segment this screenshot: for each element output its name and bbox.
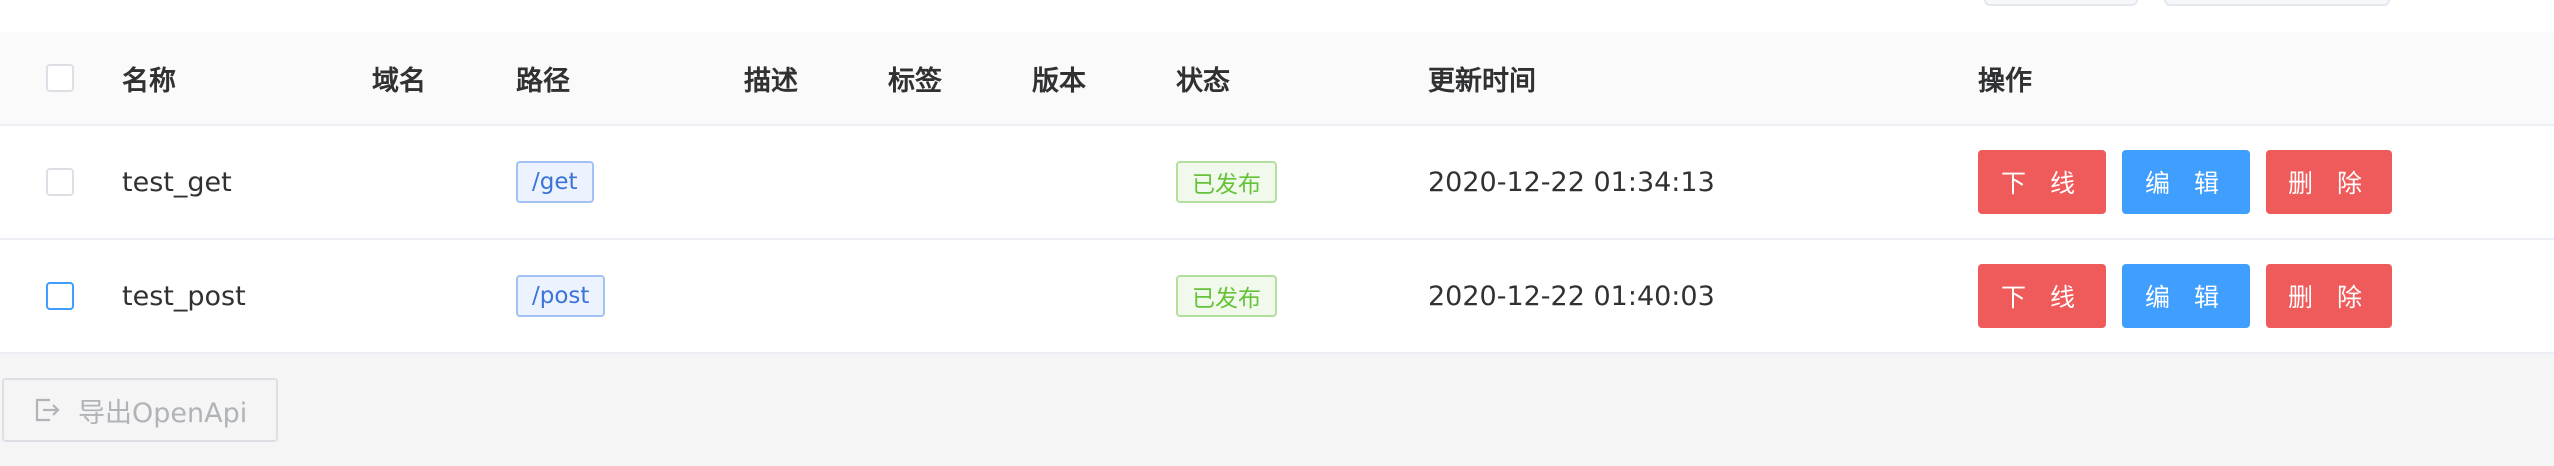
cell-name: test_post — [122, 280, 246, 312]
header-version: 版本 — [1032, 65, 1086, 97]
export-openapi-button[interactable]: 导出OpenApi — [2, 378, 278, 442]
export-icon — [34, 397, 60, 423]
top-toolbar-edge — [0, 0, 2554, 32]
header-path: 路径 — [516, 65, 570, 97]
table-header: 名称 域名 路径 描述 标签 版本 状态 更新时间 操作 — [0, 32, 2554, 126]
header-description: 描述 — [744, 65, 798, 97]
edit-button[interactable]: 编 辑 — [2122, 150, 2250, 214]
status-badge: 已发布 — [1176, 161, 1277, 203]
api-list-page: 名称 域名 路径 描述 标签 版本 状态 更新时间 操作 test_get /g… — [0, 0, 2554, 466]
cell-name: test_get — [122, 166, 232, 198]
toolbar-control-partial[interactable] — [2164, 0, 2390, 6]
table-row: test_get /get 已发布 2020-12-22 01:34:13 下 … — [0, 126, 2554, 240]
toolbar-control-partial[interactable] — [1984, 0, 2138, 6]
header-select-all-cell — [46, 32, 74, 124]
table-footer: 导出OpenApi — [0, 354, 2554, 466]
cell-status: 已发布 — [1176, 240, 1277, 352]
cell-updated-time: 2020-12-22 01:40:03 — [1428, 280, 1715, 312]
table-row: test_post /post 已发布 2020-12-22 01:40:03 … — [0, 240, 2554, 354]
header-status: 状态 — [1176, 65, 1230, 97]
header-actions: 操作 — [1978, 65, 2032, 97]
row-checkbox[interactable] — [46, 282, 74, 310]
edit-button[interactable]: 编 辑 — [2122, 264, 2250, 328]
offline-button[interactable]: 下 线 — [1978, 264, 2106, 328]
cell-path: /post — [516, 240, 606, 352]
path-tag: /get — [516, 161, 594, 203]
status-badge: 已发布 — [1176, 275, 1277, 317]
offline-button[interactable]: 下 线 — [1978, 150, 2106, 214]
header-domain: 域名 — [372, 65, 426, 97]
delete-button[interactable]: 删 除 — [2266, 264, 2392, 328]
row-select-cell — [46, 126, 74, 238]
path-tag: /post — [516, 275, 606, 317]
select-all-checkbox[interactable] — [46, 64, 74, 92]
delete-button[interactable]: 删 除 — [2266, 150, 2392, 214]
cell-path: /get — [516, 126, 594, 238]
api-table: 名称 域名 路径 描述 标签 版本 状态 更新时间 操作 test_get /g… — [0, 32, 2554, 354]
header-tags: 标签 — [888, 65, 942, 97]
cell-updated-time: 2020-12-22 01:34:13 — [1428, 166, 1715, 198]
header-updated-time: 更新时间 — [1428, 65, 1536, 97]
row-select-cell — [46, 240, 74, 352]
export-openapi-label: 导出OpenApi — [78, 397, 248, 429]
cell-status: 已发布 — [1176, 126, 1277, 238]
row-checkbox[interactable] — [46, 168, 74, 196]
header-name: 名称 — [122, 65, 176, 97]
